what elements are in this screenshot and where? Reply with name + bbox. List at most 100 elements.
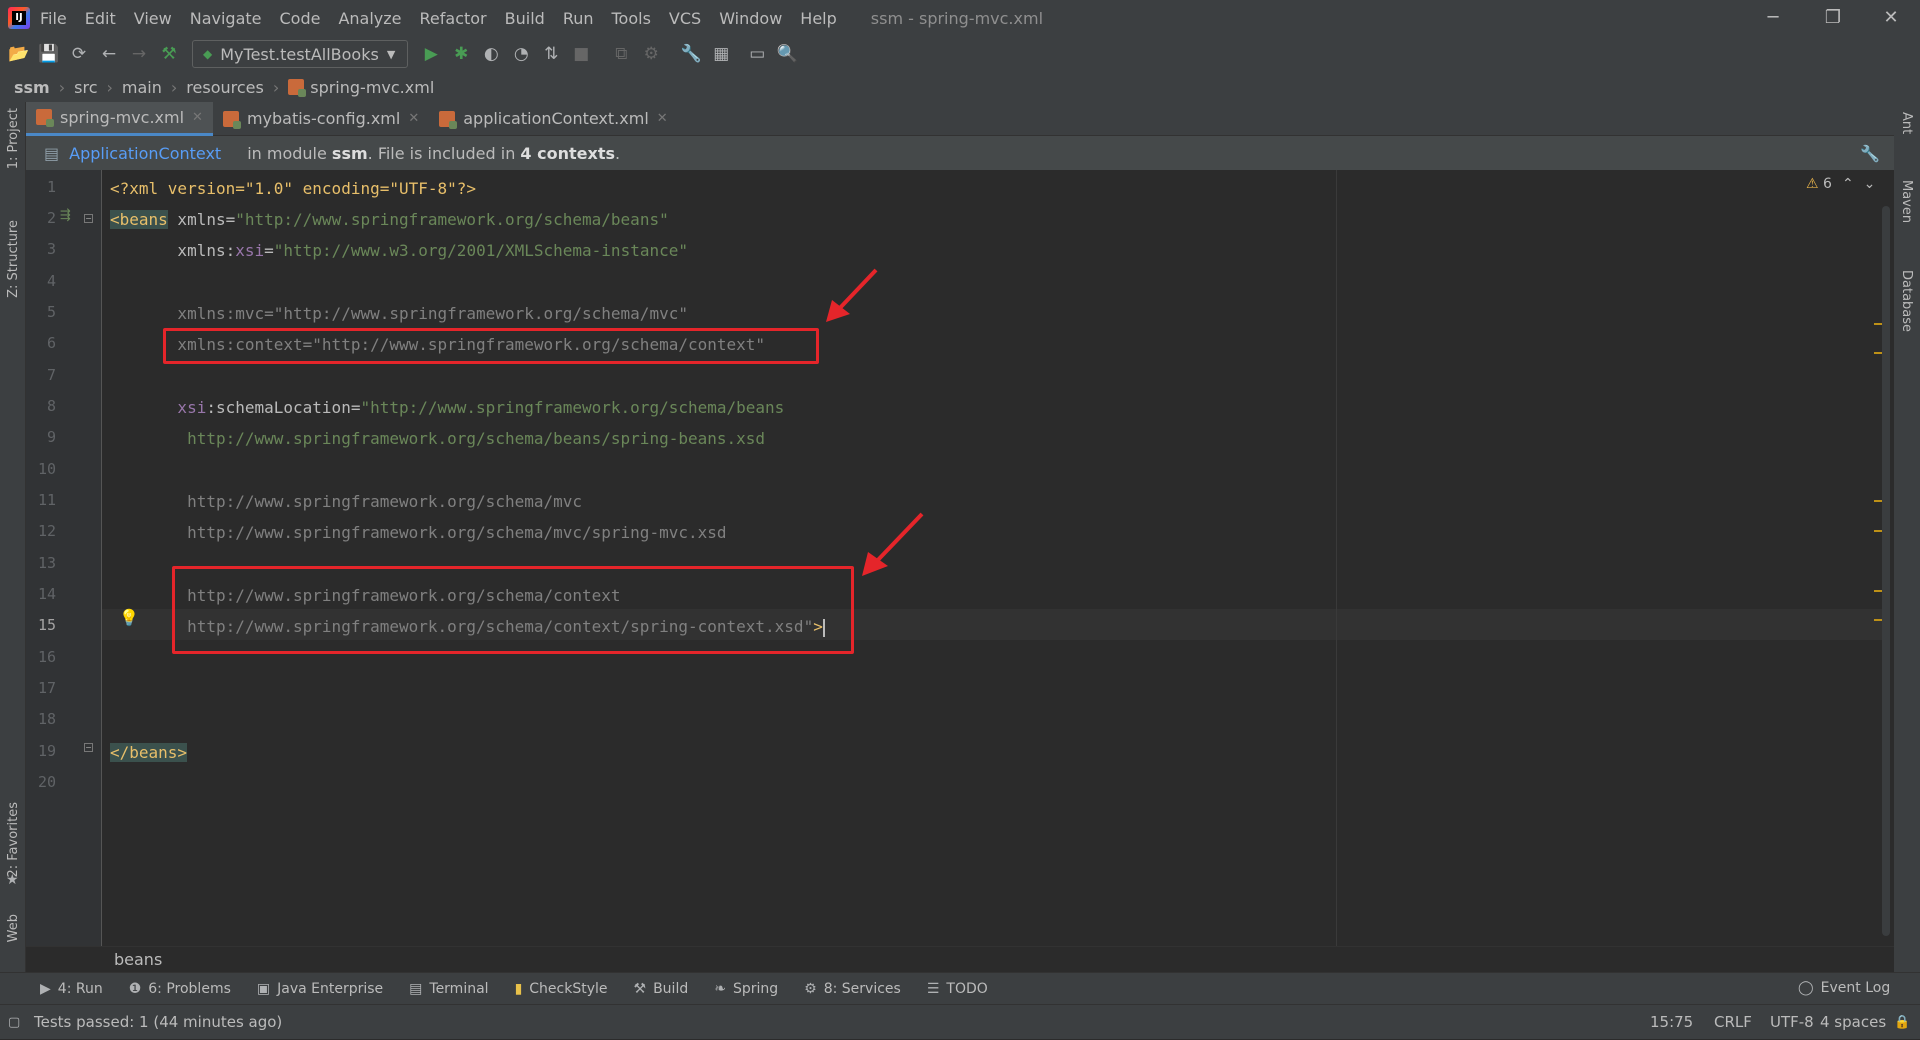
breadcrumb-src[interactable]: src	[74, 78, 97, 97]
tool-window-build[interactable]: ⚒ Build	[634, 981, 689, 997]
tab-spring-mvc[interactable]: spring-mvc.xml ✕	[26, 101, 213, 136]
lightbulb-icon[interactable]: 💡	[119, 608, 139, 627]
editor-breadcrumb[interactable]: beans	[26, 946, 1894, 972]
menu-window[interactable]: Window	[719, 9, 782, 28]
restore-icon[interactable]: ❐	[1804, 0, 1862, 36]
xml-file-icon	[222, 110, 241, 129]
menu-build[interactable]: Build	[505, 9, 545, 28]
configure-wrench-icon[interactable]: 🔧	[1860, 144, 1880, 163]
tool-window-project[interactable]: 1: Project	[6, 108, 21, 169]
tool-window-structure[interactable]: Z: Structure	[6, 220, 21, 298]
close-window-icon[interactable]: ✕	[1862, 0, 1920, 36]
checkstyle-icon: ▮	[514, 980, 523, 997]
line-number: 10	[37, 460, 56, 478]
breadcrumb-main[interactable]: main	[122, 78, 162, 97]
open-folder-icon[interactable]: 📂	[4, 39, 34, 69]
file-encoding[interactable]: UTF-8	[1770, 1005, 1814, 1040]
run-config-select[interactable]: ◆ MyTest.testAllBooks ▼	[192, 40, 409, 68]
line-number: 1	[46, 178, 56, 196]
status-bar: ▢ Tests passed: 1 (44 minutes ago) 15:75…	[0, 1004, 1920, 1039]
menu-edit[interactable]: Edit	[85, 9, 116, 28]
tool-window-run[interactable]: ▶ 4: Run	[40, 981, 103, 997]
menu-help[interactable]: Help	[800, 9, 836, 28]
code-line-8: xsi:schemaLocation="http://www.springfra…	[110, 398, 785, 417]
xml-file-icon	[36, 109, 54, 127]
close-tab-icon[interactable]: ✕	[192, 110, 203, 125]
application-context-link[interactable]: ApplicationContext	[69, 144, 221, 163]
menu-run[interactable]: Run	[563, 9, 594, 28]
close-tab-icon[interactable]: ✕	[408, 111, 419, 126]
back-arrow-icon[interactable]: ←	[94, 39, 124, 69]
line-number: 17	[37, 679, 56, 697]
find-usages-icon[interactable]: ⚙	[636, 39, 666, 69]
tool-window-ant[interactable]: Ant	[1899, 112, 1914, 134]
attach-debugger-icon[interactable]: ⧉	[606, 39, 636, 69]
line-number: 3	[46, 240, 56, 258]
xml-file-icon	[439, 110, 458, 129]
caret-position[interactable]: 15:75	[1650, 1005, 1693, 1040]
vcs-update-icon[interactable]: ⇅	[536, 39, 566, 69]
stop-icon[interactable]: ■	[566, 39, 596, 69]
build-hammer-icon[interactable]: ⚒	[154, 39, 184, 69]
vertical-scrollbar[interactable]	[1882, 206, 1890, 936]
tool-window-event-log[interactable]: ◯ Event Log	[1798, 980, 1890, 996]
menu-tools[interactable]: Tools	[612, 9, 651, 28]
settings-wrench-icon[interactable]: 🔧	[676, 39, 706, 69]
inspection-widget[interactable]: ⚠ 6 ⌃ ⌄	[1806, 176, 1875, 192]
profile-icon[interactable]: ◔	[506, 39, 536, 69]
tool-window-todo[interactable]: ☰ TODO	[927, 981, 988, 997]
code-editor[interactable]: 1 2 3 4 5 6 7 8 9 10 11 12 13 14 15 16 1…	[26, 170, 1890, 946]
forward-arrow-icon[interactable]: →	[124, 39, 154, 69]
tool-window-terminal[interactable]: ▤ Terminal	[409, 981, 488, 997]
fold-collapse-icon[interactable]: −	[84, 214, 93, 223]
menu-vcs[interactable]: VCS	[669, 9, 701, 28]
menu-navigate[interactable]: Navigate	[190, 9, 262, 28]
coverage-icon[interactable]: ◐	[476, 39, 506, 69]
tool-window-database[interactable]: Database	[1899, 270, 1914, 332]
right-margin-guide	[1336, 170, 1337, 946]
save-all-icon[interactable]: 💾	[34, 39, 64, 69]
tab-mybatis-config[interactable]: mybatis-config.xml ✕	[213, 102, 429, 136]
tool-window-web[interactable]: Web	[6, 914, 21, 942]
menu-code[interactable]: Code	[280, 9, 321, 28]
line-number: 9	[46, 428, 56, 446]
next-highlight-icon[interactable]: ⌄	[1864, 176, 1876, 192]
close-tab-icon[interactable]: ✕	[657, 111, 668, 126]
line-number: 13	[37, 554, 56, 572]
minimize-icon[interactable]: ─	[1744, 0, 1802, 36]
tool-window-services[interactable]: ⚙ 8: Services	[804, 981, 901, 997]
fold-collapse-icon[interactable]: −	[84, 743, 93, 752]
menu-file[interactable]: File	[40, 9, 67, 28]
toggle-tool-windows-icon[interactable]: ▢	[8, 1015, 20, 1030]
problems-icon: ❶	[128, 980, 142, 997]
lock-icon[interactable]: 🔒	[1894, 1005, 1910, 1040]
project-structure-icon[interactable]: ▦	[706, 39, 736, 69]
indent-setting[interactable]: 4 spaces	[1820, 1005, 1886, 1040]
line-number: 16	[37, 648, 56, 666]
breadcrumb-resources[interactable]: resources	[186, 78, 264, 97]
run-icon[interactable]: ▶	[416, 39, 446, 69]
line-separator[interactable]: CRLF	[1714, 1005, 1752, 1040]
breadcrumb-ssm[interactable]: ssm	[14, 78, 50, 97]
tool-window-favorites[interactable]: 2: Favorites	[6, 802, 21, 878]
menu-analyze[interactable]: Analyze	[338, 9, 401, 28]
breadcrumb-file[interactable]: spring-mvc.xml	[310, 78, 434, 97]
tool-window-checkstyle[interactable]: ▮ CheckStyle	[515, 981, 608, 997]
tool-window-spring[interactable]: ❧ Spring	[714, 981, 778, 997]
search-icon[interactable]: 🔍	[772, 39, 802, 69]
sync-icon[interactable]: ⟳	[64, 39, 94, 69]
warning-count[interactable]: ⚠ 6	[1806, 176, 1832, 192]
menu-refactor[interactable]: Refactor	[420, 9, 487, 28]
debug-icon[interactable]: ✱	[446, 39, 476, 69]
tool-window-problems[interactable]: ❶ 6: Problems	[129, 981, 231, 997]
menu-view[interactable]: View	[134, 9, 172, 28]
run-config-label: MyTest.testAllBooks	[220, 44, 379, 64]
tab-application-context[interactable]: applicationContext.xml ✕	[429, 102, 677, 136]
presentation-icon[interactable]: ▭	[742, 39, 772, 69]
spring-bean-gutter-icon[interactable]: ⇶	[60, 208, 71, 223]
tool-window-maven[interactable]: Maven	[1899, 180, 1914, 223]
status-message[interactable]: Tests passed: 1 (44 minutes ago)	[34, 1013, 282, 1031]
line-number: 14	[37, 585, 56, 603]
prev-highlight-icon[interactable]: ⌃	[1842, 176, 1854, 192]
tool-window-java-enterprise[interactable]: ▣ Java Enterprise	[257, 981, 383, 997]
